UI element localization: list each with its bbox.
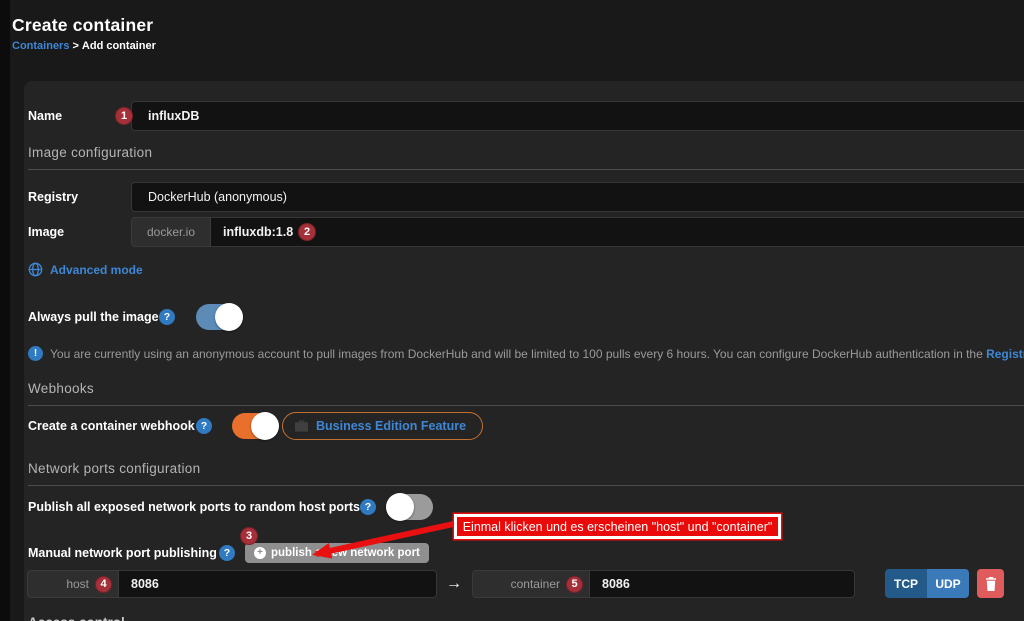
breadcrumb: Containers> Add container [12, 40, 156, 52]
globe-icon [28, 262, 43, 277]
toggle-knob [386, 493, 414, 521]
toggle-knob [251, 412, 279, 440]
host-port-input[interactable] [119, 570, 437, 598]
always-pull-toggle[interactable] [196, 304, 242, 330]
create-webhook-label: Create a container webhook [28, 419, 195, 433]
image-label: Image [28, 225, 64, 239]
image-input[interactable] [211, 217, 1024, 247]
image-configuration-heading: Image configuration [28, 145, 1024, 170]
container-port-addon: container 5 [472, 570, 590, 598]
info-icon: ! [28, 346, 43, 361]
dockerhub-info-banner: ! You are currently using an anonymous ac… [28, 345, 1024, 363]
manual-publishing-label: Manual network port publishing [28, 546, 217, 560]
publish-all-toggle[interactable] [387, 494, 433, 520]
tutorial-annotation-box: Einmal klicken und es erscheinen "host" … [454, 514, 781, 539]
advanced-mode-link[interactable]: Advanced mode [28, 262, 143, 277]
name-input[interactable] [131, 101, 1024, 131]
breadcrumb-containers-link[interactable]: Containers [12, 40, 69, 52]
remove-port-mapping-button[interactable] [977, 569, 1004, 598]
annotation-marker-1: 1 [115, 107, 133, 125]
publish-network-port-button[interactable]: + publish a new network port [245, 543, 429, 563]
udp-protocol-button[interactable]: UDP [927, 569, 969, 598]
registries-link[interactable]: Registries [986, 347, 1024, 361]
name-label: Name [28, 109, 62, 123]
advanced-mode-label: Advanced mode [50, 263, 143, 277]
annotation-marker-3: 3 [240, 527, 258, 545]
annotation-marker-5: 5 [566, 576, 583, 593]
image-registry-addon: docker.io [131, 217, 211, 247]
info-banner-text: You are currently using an anonymous acc… [50, 347, 986, 361]
plus-circle-icon: + [254, 547, 266, 559]
toggle-knob [215, 303, 243, 331]
clipped-next-section-heading: Access control [28, 615, 125, 621]
breadcrumb-current: Add container [82, 40, 156, 52]
host-port-addon: host 4 [27, 570, 119, 598]
annotation-marker-2: 2 [298, 223, 316, 241]
always-pull-label: Always pull the image [28, 310, 159, 324]
breadcrumb-separator: > [72, 40, 78, 52]
tcp-protocol-button[interactable]: TCP [885, 569, 927, 598]
create-container-page: Create container Containers> Add containe… [0, 0, 1024, 621]
network-ports-heading: Network ports configuration [28, 461, 1024, 486]
manual-publishing-help-icon[interactable]: ? [219, 545, 235, 561]
create-webhook-toggle[interactable] [232, 413, 278, 439]
business-edition-feature-badge[interactable]: Business Edition Feature [282, 412, 483, 440]
annotation-marker-4: 4 [95, 576, 112, 593]
registry-select[interactable] [131, 182, 1024, 212]
container-addon-label: container [511, 577, 560, 591]
webhooks-heading: Webhooks [28, 381, 1024, 406]
page-title: Create container [12, 15, 153, 36]
always-pull-help-icon[interactable]: ? [159, 309, 175, 325]
publish-network-port-label: publish a new network port [271, 547, 420, 559]
host-addon-label: host [66, 577, 89, 591]
port-mapping-arrow-icon: → [441, 570, 467, 598]
trash-icon [985, 577, 997, 591]
tutorial-annotation-text: Einmal klicken und es erscheinen "host" … [463, 520, 773, 534]
business-edition-feature-label: Business Edition Feature [316, 419, 466, 433]
publish-all-help-icon[interactable]: ? [360, 499, 376, 515]
briefcase-icon [295, 420, 308, 432]
container-port-input[interactable] [590, 570, 855, 598]
registry-label: Registry [28, 190, 78, 204]
publish-all-label: Publish all exposed network ports to ran… [28, 500, 360, 514]
left-gutter [0, 0, 10, 621]
create-webhook-help-icon[interactable]: ? [196, 418, 212, 434]
